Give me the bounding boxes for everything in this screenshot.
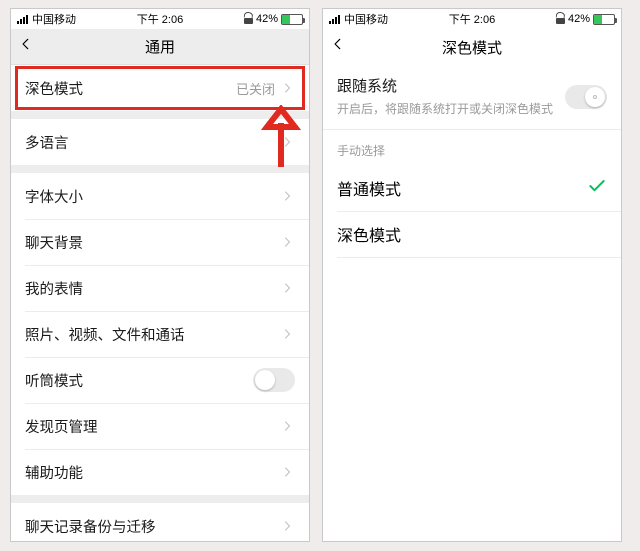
clock-label: 下午 2:06 [449,11,495,27]
chevron-right-icon [281,419,295,433]
row-label: 多语言 [25,132,69,153]
chevron-right-icon [281,465,295,479]
nav-bar: 深色模式 [323,29,621,65]
row-label: 聊天背景 [25,232,83,253]
nav-bar: 通用 [11,29,309,65]
chevron-right-icon [281,135,295,149]
row-label: 我的表情 [25,278,83,299]
status-bar: 中国移动 下午 2:06 42% [11,9,309,29]
row-follow-system[interactable]: 跟随系统 开启后，将跟随系统打开或关闭深色模式 [323,65,621,129]
row-dark-mode[interactable]: 深色模式 已关闭 [11,65,309,111]
chevron-left-icon [331,37,345,51]
row-value: 已关闭 [236,79,275,98]
row-label: 照片、视频、文件和通话 [25,324,185,345]
row-label: 听筒模式 [25,370,83,391]
orientation-lock-icon [244,15,253,24]
option-dark-mode[interactable]: 深色模式 [323,211,621,257]
page-title: 通用 [145,36,175,57]
row-label: 字体大小 [25,186,83,207]
row-label: 发现页管理 [25,416,98,437]
option-label: 普通模式 [337,176,401,200]
chevron-right-icon [281,189,295,203]
orientation-lock-icon [556,15,565,24]
option-label: 深色模式 [337,222,401,246]
signal-icon [329,14,340,24]
row-label: 聊天记录备份与迁移 [25,516,156,537]
follow-system-toggle[interactable] [565,85,607,109]
row-language[interactable]: 多语言 [11,119,309,165]
option-normal-mode[interactable]: 普通模式 [323,165,621,211]
row-accessibility[interactable]: 辅助功能 [11,449,309,495]
settings-list: 深色模式 已关闭 多语言 字体大小 聊天背景 我的表情 照片、视频、文件和通话 [11,65,309,541]
row-chat-background[interactable]: 聊天背景 [11,219,309,265]
chevron-right-icon [281,281,295,295]
back-button[interactable] [19,37,39,57]
phone-dark-mode-settings: 中国移动 下午 2:06 42% 深色模式 跟随系统 开启后，将跟随系统打开或关… [322,8,622,542]
clock-label: 下午 2:06 [137,11,183,27]
carrier-label: 中国移动 [32,11,76,27]
page-title: 深色模式 [442,37,502,58]
chevron-right-icon [281,235,295,249]
signal-icon [17,14,28,24]
battery-icon [281,14,303,25]
dark-mode-content: 跟随系统 开启后，将跟随系统打开或关闭深色模式 手动选择 普通模式 深色模式 [323,65,621,541]
status-bar: 中国移动 下午 2:06 42% [323,9,621,29]
chevron-right-icon [281,81,295,95]
battery-pct-label: 42% [256,13,278,25]
row-label: 深色模式 [25,78,83,99]
chevron-right-icon [281,327,295,341]
back-button[interactable] [331,37,351,57]
row-font-size[interactable]: 字体大小 [11,173,309,219]
row-chat-backup-migrate[interactable]: 聊天记录备份与迁移 [11,503,309,541]
section-header-manual: 手动选择 [323,130,621,165]
row-media-files-calls[interactable]: 照片、视频、文件和通话 [11,311,309,357]
earpiece-toggle[interactable] [253,368,295,392]
row-discover-management[interactable]: 发现页管理 [11,403,309,449]
carrier-label: 中国移动 [344,11,388,27]
row-my-stickers[interactable]: 我的表情 [11,265,309,311]
battery-pct-label: 42% [568,13,590,25]
row-label: 辅助功能 [25,462,83,483]
chevron-right-icon [281,519,295,533]
phone-general-settings: 中国移动 下午 2:06 42% 通用 深色模式 已关闭 多语言 [10,8,310,542]
chevron-left-icon [19,37,33,51]
check-icon [587,176,607,201]
row-earpiece-mode[interactable]: 听筒模式 [11,357,309,403]
battery-icon [593,14,615,25]
